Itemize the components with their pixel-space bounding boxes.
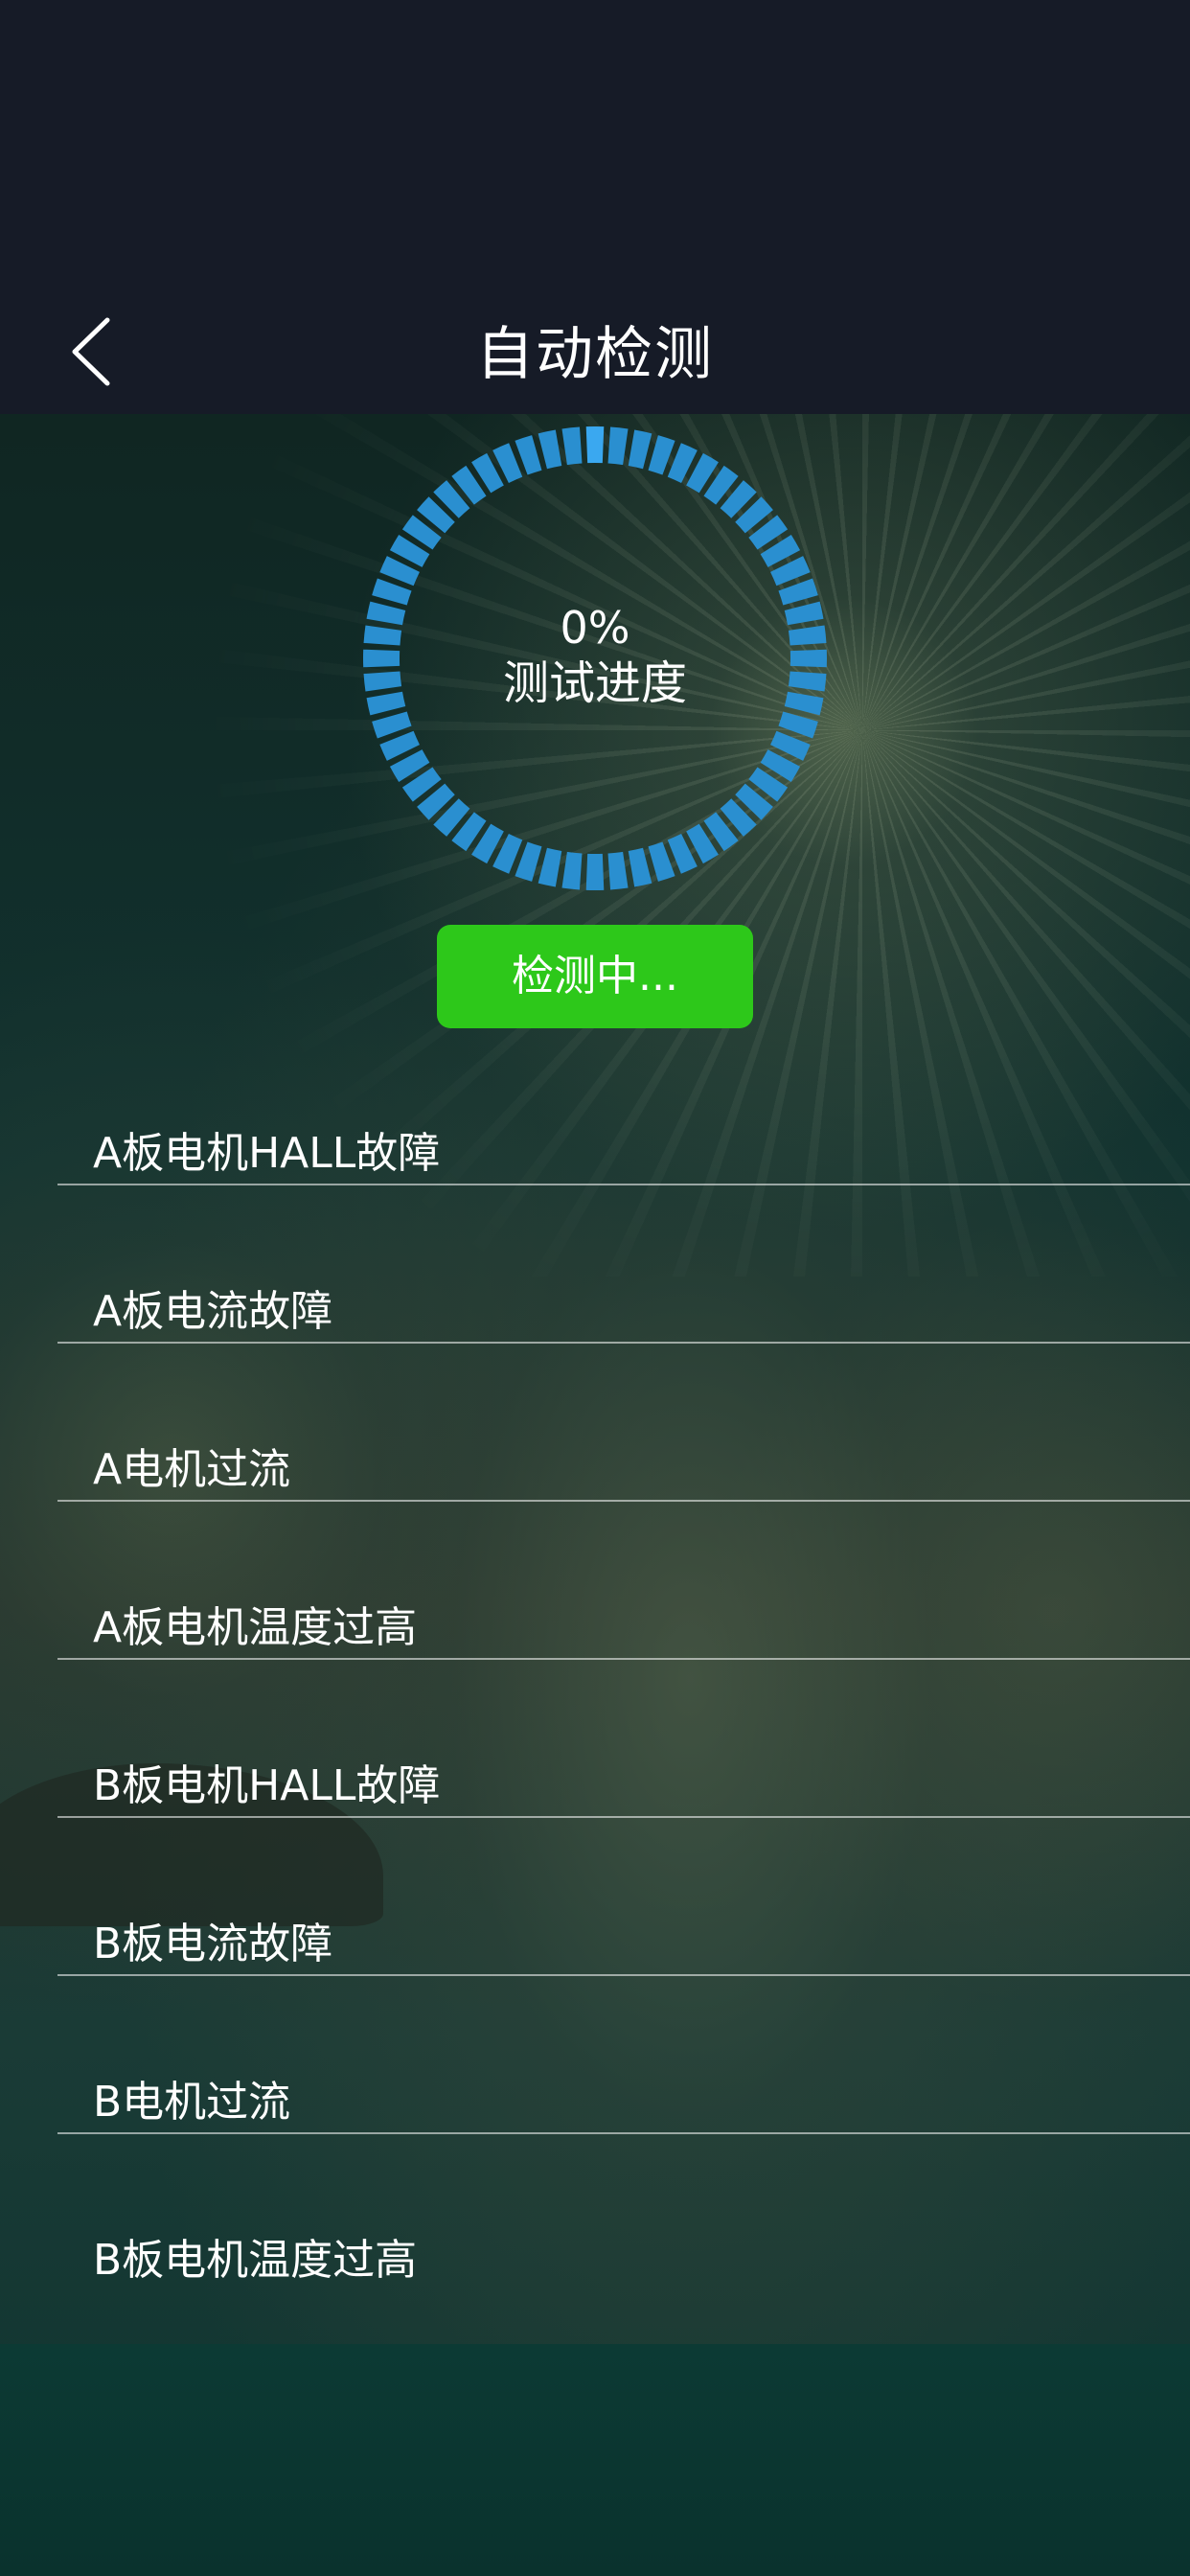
list-item-label: A板电流故障 xyxy=(93,1287,333,1336)
ring-segment xyxy=(585,853,605,890)
ring-segment xyxy=(628,847,652,887)
progress-center: 0% 测试进度 xyxy=(355,601,835,712)
list-item[interactable]: A电机过流 xyxy=(0,1344,1190,1502)
detecting-button[interactable]: 检测中... xyxy=(437,925,753,1028)
list-item[interactable]: B板电机温度过高 xyxy=(0,2134,1190,2292)
list-item[interactable]: B电机过流 xyxy=(0,1976,1190,2134)
ring-segment xyxy=(607,426,629,466)
list-item-label: B电机过流 xyxy=(93,2078,291,2127)
sea-background xyxy=(0,2344,1190,2576)
list-item-label: B板电机温度过高 xyxy=(93,2236,418,2285)
progress-label: 测试进度 xyxy=(502,656,687,710)
ring-segment xyxy=(607,851,629,890)
progress-ring: 0% 测试进度 xyxy=(355,419,835,898)
top-bar: 自动检测 xyxy=(0,0,1190,414)
list-item[interactable]: B板电机HALL故障 xyxy=(0,1660,1190,1818)
list-item[interactable]: B板电流故障 xyxy=(0,1818,1190,1976)
list-item-label: A板电机HALL故障 xyxy=(93,1129,441,1178)
page-title: 自动检测 xyxy=(476,321,714,388)
ring-segment xyxy=(538,429,562,470)
list-item[interactable]: A板电机HALL故障 xyxy=(0,1027,1190,1185)
list-item-label: B板电流故障 xyxy=(93,1920,333,1968)
list-item-label: B板电机HALL故障 xyxy=(93,1761,441,1810)
list-item[interactable]: A板电流故障 xyxy=(0,1185,1190,1344)
ring-segment xyxy=(561,851,583,890)
ring-segment xyxy=(538,847,562,887)
list-item-label: A电机过流 xyxy=(93,1445,291,1494)
ring-segment xyxy=(628,429,652,470)
ring-segment xyxy=(585,426,605,464)
fault-list: A板电机HALL故障 A板电流故障 A电机过流 A板电机温度过高 B板电机HAL… xyxy=(0,1027,1190,2292)
ring-segment xyxy=(561,426,583,466)
list-item[interactable]: A板电机温度过高 xyxy=(0,1502,1190,1660)
progress-percent: 0% xyxy=(560,602,630,654)
list-item-label: A板电机温度过高 xyxy=(93,1603,418,1652)
